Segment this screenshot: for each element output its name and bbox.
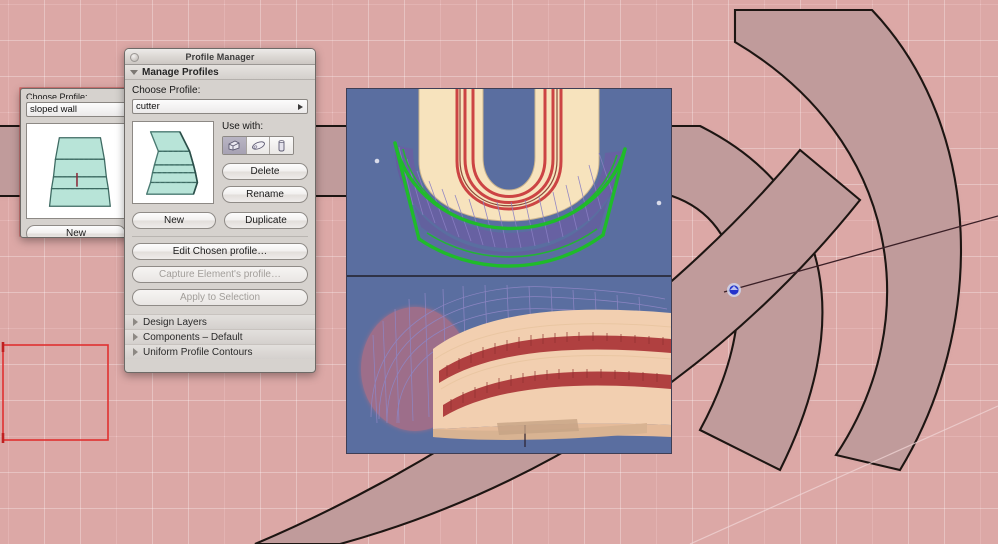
profile-combo-value: cutter	[136, 101, 160, 112]
profile-preview	[132, 121, 214, 204]
delete-button-label: Delete	[250, 166, 280, 177]
manage-profiles-label: Manage Profiles	[142, 66, 219, 78]
duplicate-button[interactable]: Duplicate	[224, 212, 308, 229]
chevron-right-icon[interactable]	[133, 348, 138, 356]
application-window: Choose Profile: sloped wall New Profile …	[0, 0, 998, 544]
section-components-default[interactable]: Components – Default	[125, 329, 315, 344]
use-with-button-group[interactable]	[222, 136, 294, 155]
column-icon[interactable]	[270, 137, 293, 154]
chevron-right-icon[interactable]	[133, 333, 138, 341]
profile-combo[interactable]: cutter	[132, 99, 308, 114]
rename-button[interactable]: Rename	[222, 186, 308, 203]
edit-chosen-profile-button[interactable]: Edit Chosen profile…	[132, 243, 308, 260]
bg-new-button[interactable]: New	[26, 225, 126, 238]
close-icon[interactable]	[130, 53, 139, 62]
bg-new-button-label: New	[65, 228, 86, 238]
bg-profile-combo[interactable]: sloped wall	[26, 102, 126, 117]
section-design-layers[interactable]: Design Layers	[125, 314, 315, 329]
edit-chosen-profile-label: Edit Chosen profile…	[172, 246, 268, 257]
selection-rectangle	[1, 342, 109, 443]
wall-icon[interactable]	[223, 137, 247, 154]
new-button[interactable]: New	[132, 212, 216, 229]
profile-manager-title: Profile Manager	[185, 51, 255, 62]
new-button-label: New	[163, 215, 184, 226]
choose-profile-label: Choose Profile:	[132, 85, 201, 96]
extrusion-icon[interactable]	[246, 137, 271, 154]
profile-manager-dialog[interactable]: Profile Manager Manage Profiles Choose P…	[124, 48, 316, 373]
apply-to-selection-label: Apply to Selection	[179, 292, 261, 303]
duplicate-button-label: Duplicate	[245, 215, 287, 226]
divider	[132, 236, 308, 237]
chevron-right-icon[interactable]	[298, 103, 303, 110]
apply-to-selection-button[interactable]: Apply to Selection	[132, 289, 308, 306]
top-plan-viewport[interactable]	[347, 89, 671, 275]
profile-manager-body: Choose Profile: cutter Use with: Delete …	[125, 80, 315, 312]
bg-choose-profile-label: Choose Profile:	[26, 92, 88, 99]
section-uniform-profile-contours[interactable]: Uniform Profile Contours	[125, 344, 315, 359]
use-with-label: Use with:	[222, 121, 264, 132]
perspective-viewport[interactable]	[347, 277, 671, 453]
bg-profile-preview	[26, 123, 126, 219]
viewport-stack	[346, 88, 672, 454]
collapsed-sections: Design Layers Components – Default Unifo…	[125, 314, 315, 359]
chevron-down-icon[interactable]	[130, 69, 138, 75]
chevron-right-icon[interactable]	[133, 318, 138, 326]
bg-profile-combo-value: sloped wall	[30, 104, 77, 115]
background-profile-window[interactable]: Choose Profile: sloped wall New	[20, 88, 132, 238]
selection-handle-marker	[727, 283, 741, 297]
delete-button[interactable]: Delete	[222, 163, 308, 180]
capture-element-profile-button[interactable]: Capture Element's profile…	[132, 266, 308, 283]
manage-profiles-section-header[interactable]: Manage Profiles	[125, 65, 315, 80]
capture-element-profile-label: Capture Element's profile…	[159, 269, 281, 280]
section-components-default-label: Components – Default	[143, 331, 243, 343]
section-design-layers-label: Design Layers	[143, 316, 207, 328]
section-uniform-profile-contours-label: Uniform Profile Contours	[143, 346, 253, 358]
profile-manager-titlebar[interactable]: Profile Manager	[125, 49, 315, 65]
rename-button-label: Rename	[246, 189, 284, 200]
